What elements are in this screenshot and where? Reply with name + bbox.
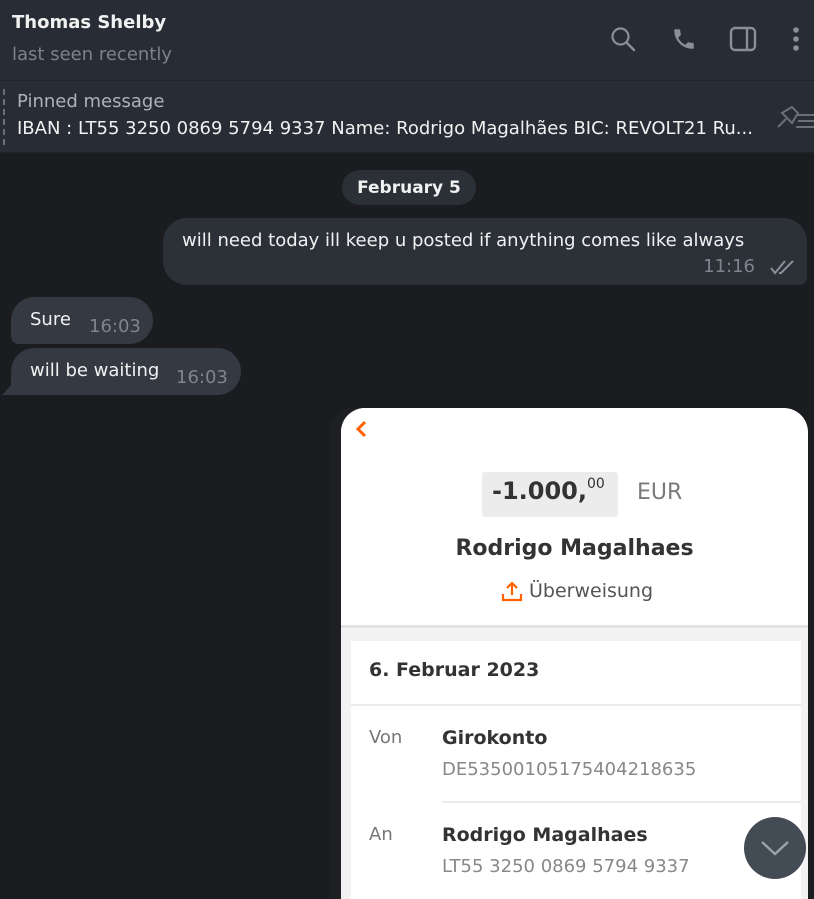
transaction-date: 6. Februar 2023 xyxy=(369,659,540,681)
message-text: will need today ill keep u posted if any… xyxy=(182,230,745,251)
chat-header: Thomas Shelby last seen recently xyxy=(0,0,814,81)
contact-name[interactable]: Thomas Shelby xyxy=(12,12,166,33)
chevron-down-icon xyxy=(761,841,789,856)
to-label: An xyxy=(369,824,393,845)
pinned-list-button[interactable] xyxy=(772,103,814,133)
phone-icon xyxy=(674,29,694,49)
double-check-icon xyxy=(770,260,794,275)
scroll-to-bottom-button[interactable] xyxy=(744,817,806,879)
from-iban: DE53500105175404218635 xyxy=(442,759,697,780)
pinned-indicator xyxy=(3,89,7,145)
image-message[interactable]: -1.000,00 EUR Rodrigo Magalhaes Überweis… xyxy=(330,408,808,899)
pinned-message-bar[interactable]: Pinned message IBAN : LT55 3250 0869 579… xyxy=(0,81,814,153)
transaction-type: Überweisung xyxy=(501,580,653,602)
pin-list-icon xyxy=(777,105,814,128)
pinned-title: Pinned message xyxy=(17,91,165,112)
message-time: 16:03 xyxy=(176,367,228,388)
bank-screenshot: -1.000,00 EUR Rodrigo Magalhaes Überweis… xyxy=(341,408,808,899)
divider xyxy=(442,801,801,803)
message-time: 11:16 xyxy=(703,256,755,277)
date-separator: February 5 xyxy=(342,170,476,205)
message-text: Sure xyxy=(30,309,71,330)
more-button[interactable] xyxy=(779,22,813,56)
currency: EUR xyxy=(637,480,683,505)
message-time: 16:03 xyxy=(89,316,141,337)
search-icon xyxy=(611,27,636,52)
transaction-amount: -1.000,00 xyxy=(492,476,605,505)
search-button[interactable] xyxy=(606,22,640,56)
to-iban: LT55 3250 0869 5794 9337 xyxy=(442,856,690,877)
message-text: will be waiting xyxy=(30,360,160,381)
from-label: Von xyxy=(369,727,403,748)
back-arrow-icon xyxy=(355,420,367,438)
upload-icon xyxy=(501,581,523,602)
transaction-header: -1.000,00 EUR Rodrigo Magalhaes Überweis… xyxy=(341,408,808,628)
more-vertical-icon xyxy=(793,27,799,51)
divider xyxy=(351,704,801,706)
call-button[interactable] xyxy=(667,22,701,56)
message-incoming[interactable]: Sure 16:03 xyxy=(11,297,153,344)
from-account: Girokonto xyxy=(442,727,548,749)
pinned-text: IBAN : LT55 3250 0869 5794 9337 Name: Ro… xyxy=(17,118,753,139)
contact-status: last seen recently xyxy=(12,44,173,65)
sidebar-toggle-button[interactable] xyxy=(726,22,760,56)
sidebar-toggle-icon xyxy=(729,26,757,52)
to-name: Rodrigo Magalhaes xyxy=(442,824,648,846)
message-outgoing[interactable]: will need today ill keep u posted if any… xyxy=(163,218,807,285)
payee-name: Rodrigo Magalhaes xyxy=(455,536,694,561)
message-incoming[interactable]: will be waiting 16:03 xyxy=(11,348,241,395)
transaction-details: 6. Februar 2023 Von Girokonto DE53500105… xyxy=(351,641,801,899)
